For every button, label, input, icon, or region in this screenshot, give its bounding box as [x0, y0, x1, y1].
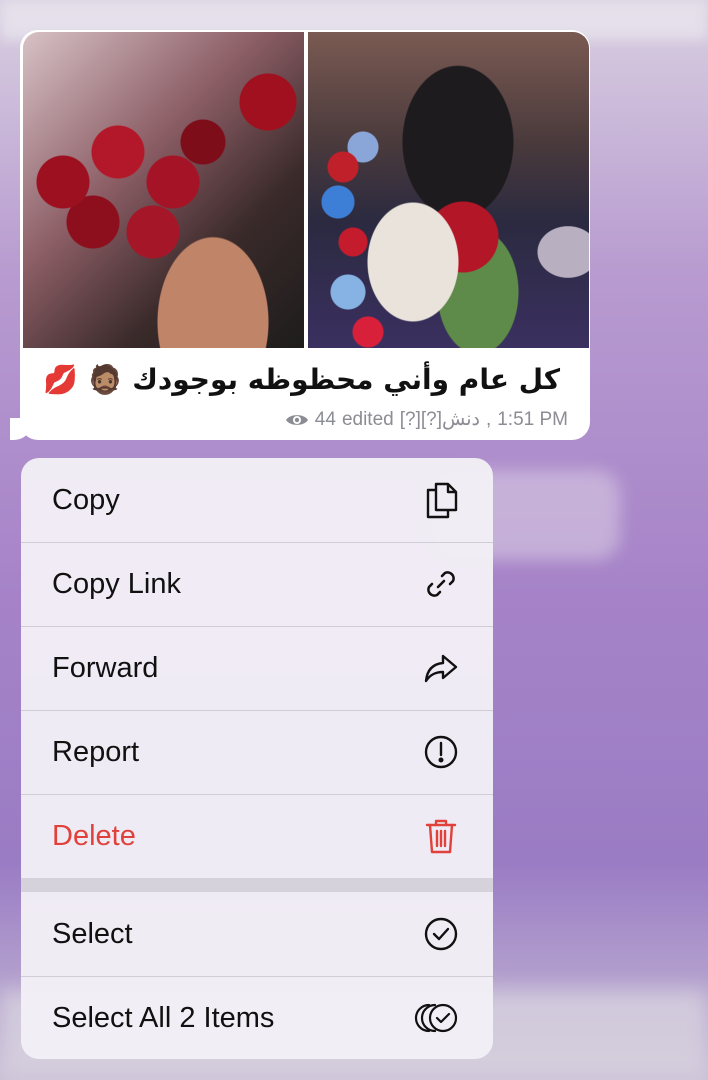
menu-item-copy[interactable]: Copy	[21, 458, 493, 542]
select-all-icon	[411, 998, 461, 1038]
menu-item-label: Select	[52, 917, 133, 950]
caption-text: كل عام وأني محظوظه بوجودك	[132, 363, 560, 396]
menu-item-label: Copy	[52, 483, 120, 516]
kiss-mark-emoji: 💋	[42, 363, 78, 396]
menu-item-report[interactable]: Report	[21, 710, 493, 794]
message-caption: كل عام وأني محظوظه بوجودك 🧔🏽 💋	[43, 363, 560, 403]
message-time: 1:51 PM	[497, 408, 568, 430]
context-menu: Copy Copy Link Forward Report Delete Sel…	[21, 458, 493, 1059]
message-bubble[interactable]: كل عام وأني محظوظه بوجودك 🧔🏽 💋 44 edited…	[20, 30, 590, 440]
menu-group-gap	[21, 878, 493, 892]
menu-item-select-all[interactable]: Select All 2 Items	[21, 976, 493, 1059]
menu-item-delete[interactable]: Delete	[21, 794, 493, 878]
menu-item-label: Select All 2 Items	[52, 1001, 275, 1034]
menu-item-label: Copy Link	[52, 567, 181, 600]
views-eye-icon	[285, 414, 308, 425]
menu-item-label: Report	[52, 735, 140, 768]
photo-couple-celebration[interactable]	[308, 32, 589, 348]
report-icon	[421, 732, 461, 772]
menu-item-label: Forward	[52, 651, 159, 684]
menu-item-forward[interactable]: Forward	[21, 626, 493, 710]
view-count: 44	[314, 408, 336, 430]
copy-icon	[421, 480, 461, 520]
meta-comma: ,	[485, 408, 492, 430]
message-meta: 44 edited [?][?]دنش, 1:51 PM	[285, 408, 568, 431]
author-signature: [?][?]دنش	[399, 409, 480, 430]
forward-icon	[421, 648, 461, 688]
bearded-man-emoji: 🧔🏽	[87, 363, 123, 396]
edited-label: edited	[341, 408, 394, 430]
link-icon	[421, 564, 461, 604]
menu-item-label: Delete	[52, 819, 136, 852]
menu-item-copy-link[interactable]: Copy Link	[21, 542, 493, 626]
trash-icon	[421, 816, 461, 856]
photo-roses-bouquet[interactable]	[23, 32, 304, 348]
menu-item-select[interactable]: Select	[21, 892, 493, 976]
check-circle-icon	[421, 914, 461, 954]
